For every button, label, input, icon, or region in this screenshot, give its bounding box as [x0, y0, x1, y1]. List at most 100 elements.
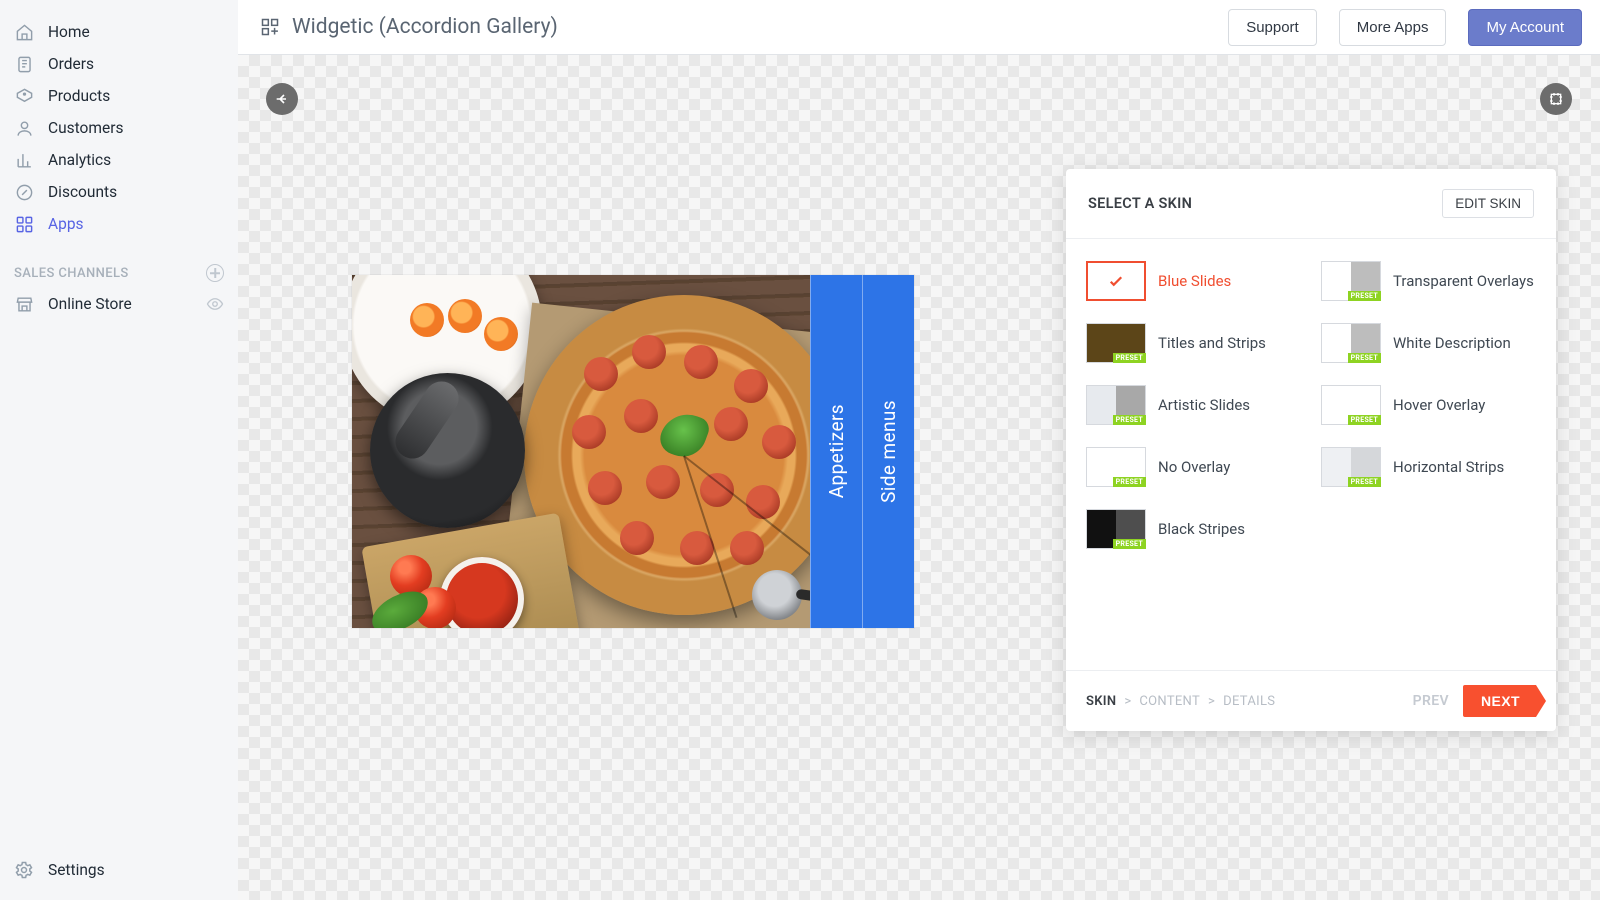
nav-orders[interactable]: Orders — [0, 48, 238, 80]
my-account-button-label: My Account — [1486, 19, 1564, 36]
channel-online-store[interactable]: Online Store — [0, 288, 238, 320]
skin-thumb: PRESET — [1086, 385, 1146, 425]
sales-channels-label: SALES CHANNELS — [14, 266, 129, 281]
nav-apps-label: Apps — [48, 215, 84, 233]
main-area: Widgetic (Accordion Gallery) Support Mor… — [238, 0, 1600, 900]
nav-settings-label: Settings — [48, 861, 105, 879]
skin-label: Transparent Overlays — [1393, 272, 1534, 290]
prev-button: PREV — [1413, 693, 1449, 709]
app-grid-icon — [260, 17, 280, 37]
apps-icon — [14, 214, 34, 234]
nav-home-label: Home — [48, 23, 90, 41]
skin-panel-footer: SKIN > CONTENT > DETAILS PREV NEXT — [1066, 670, 1556, 731]
next-button-label: NEXT — [1481, 693, 1520, 709]
skin-option[interactable]: PRESET Artistic Slides — [1086, 385, 1301, 425]
more-apps-button-label: More Apps — [1357, 19, 1429, 36]
channel-online-store-label: Online Store — [48, 295, 132, 313]
support-button[interactable]: Support — [1228, 9, 1317, 46]
back-button[interactable] — [266, 83, 298, 115]
skin-option[interactable]: Blue Slides — [1086, 261, 1301, 301]
app-title: Widgetic (Accordion Gallery) — [260, 15, 558, 39]
preset-badge: PRESET — [1113, 539, 1146, 549]
more-apps-button[interactable]: More Apps — [1339, 9, 1447, 46]
channels-nav: Online Store — [0, 288, 238, 320]
crumb-details[interactable]: DETAILS — [1223, 694, 1275, 709]
nav-apps[interactable]: Apps — [0, 208, 238, 240]
topbar: Widgetic (Accordion Gallery) Support Mor… — [238, 0, 1600, 55]
nav-discounts-label: Discounts — [48, 183, 117, 201]
skin-panel-header: SELECT A SKIN EDIT SKIN — [1066, 169, 1556, 239]
edit-skin-button-label: EDIT SKIN — [1455, 196, 1521, 211]
crumb-content[interactable]: CONTENT — [1139, 694, 1200, 709]
skin-option[interactable]: PRESET Transparent Overlays — [1321, 261, 1536, 301]
gallery-strip-appetizers-label: Appetizers — [825, 404, 848, 498]
gallery-strip-side-menus-label: Side menus — [877, 400, 900, 503]
skin-label: Blue Slides — [1158, 272, 1231, 290]
nav-products[interactable]: Products — [0, 80, 238, 112]
skin-panel-title: SELECT A SKIN — [1088, 195, 1192, 212]
nav-analytics[interactable]: Analytics — [0, 144, 238, 176]
gallery-slide-image[interactable] — [352, 275, 810, 628]
skin-option[interactable]: PRESET Horizontal Strips — [1321, 447, 1536, 487]
sales-channels-heading: SALES CHANNELS — [0, 240, 238, 288]
preset-badge: PRESET — [1113, 415, 1146, 425]
gallery-strip-side-menus[interactable]: Side menus — [862, 275, 914, 628]
primary-nav: Home Orders Products Customers Analytics… — [0, 16, 238, 240]
skin-label: Artistic Slides — [1158, 396, 1250, 414]
crumb-sep: > — [1208, 694, 1215, 709]
skin-label: Hover Overlay — [1393, 396, 1485, 414]
arrow-left-icon — [274, 91, 290, 107]
preset-badge: PRESET — [1348, 353, 1381, 363]
sidebar-footer: Settings — [0, 850, 238, 900]
sidebar: Home Orders Products Customers Analytics… — [0, 0, 238, 900]
add-channel-icon[interactable] — [206, 264, 224, 282]
analytics-icon — [14, 150, 34, 170]
skin-option[interactable]: PRESET Hover Overlay — [1321, 385, 1536, 425]
preset-badge: PRESET — [1348, 477, 1381, 487]
nav-customers-label: Customers — [48, 119, 123, 137]
store-icon — [14, 294, 34, 314]
discounts-icon — [14, 182, 34, 202]
gear-icon — [14, 860, 34, 880]
orders-icon — [14, 54, 34, 74]
skin-label: No Overlay — [1158, 458, 1230, 476]
skin-option[interactable]: PRESET No Overlay — [1086, 447, 1301, 487]
skin-thumb: PRESET — [1086, 447, 1146, 487]
nav-home[interactable]: Home — [0, 16, 238, 48]
skin-thumb: PRESET — [1321, 385, 1381, 425]
gallery-strip-appetizers[interactable]: Appetizers — [810, 275, 862, 628]
preset-badge: PRESET — [1348, 291, 1381, 301]
customers-icon — [14, 118, 34, 138]
skin-label: Black Stripes — [1158, 520, 1245, 538]
skins-grid: Blue SlidesPRESETTransparent OverlaysPRE… — [1066, 239, 1556, 670]
skin-option[interactable]: PRESETWhite Description — [1321, 323, 1536, 363]
nav-orders-label: Orders — [48, 55, 94, 73]
nav-analytics-label: Analytics — [48, 151, 111, 169]
preset-badge: PRESET — [1348, 415, 1381, 425]
skin-label: Titles and Strips — [1158, 334, 1266, 352]
nav-discounts[interactable]: Discounts — [0, 176, 238, 208]
my-account-button[interactable]: My Account — [1468, 9, 1582, 46]
products-icon — [14, 86, 34, 106]
skin-label: Horizontal Strips — [1393, 458, 1504, 476]
next-button[interactable]: NEXT — [1463, 685, 1536, 717]
crumb-sep: > — [1124, 694, 1131, 709]
app-title-text: Widgetic (Accordion Gallery) — [292, 15, 558, 39]
canvas-wrap: Appetizers Side menus SELECT A SKIN EDIT… — [238, 55, 1600, 900]
home-icon — [14, 22, 34, 42]
eye-icon[interactable] — [206, 295, 224, 313]
expand-button[interactable] — [1540, 83, 1572, 115]
skin-option[interactable]: PRESET Black Stripes — [1086, 509, 1301, 549]
check-icon — [1107, 272, 1125, 290]
accordion-gallery-preview: Appetizers Side menus — [352, 275, 914, 628]
preset-badge: PRESET — [1113, 477, 1146, 487]
skin-thumb: PRESET — [1086, 509, 1146, 549]
nav-settings[interactable]: Settings — [0, 850, 238, 890]
skin-option[interactable]: PRESETTitles and Strips — [1086, 323, 1301, 363]
support-button-label: Support — [1246, 19, 1299, 36]
edit-skin-button[interactable]: EDIT SKIN — [1442, 189, 1534, 218]
skin-thumb: PRESET — [1321, 323, 1381, 363]
nav-customers[interactable]: Customers — [0, 112, 238, 144]
expand-icon — [1548, 91, 1564, 107]
skin-panel: SELECT A SKIN EDIT SKIN Blue Slides PRESE… — [1066, 169, 1556, 731]
